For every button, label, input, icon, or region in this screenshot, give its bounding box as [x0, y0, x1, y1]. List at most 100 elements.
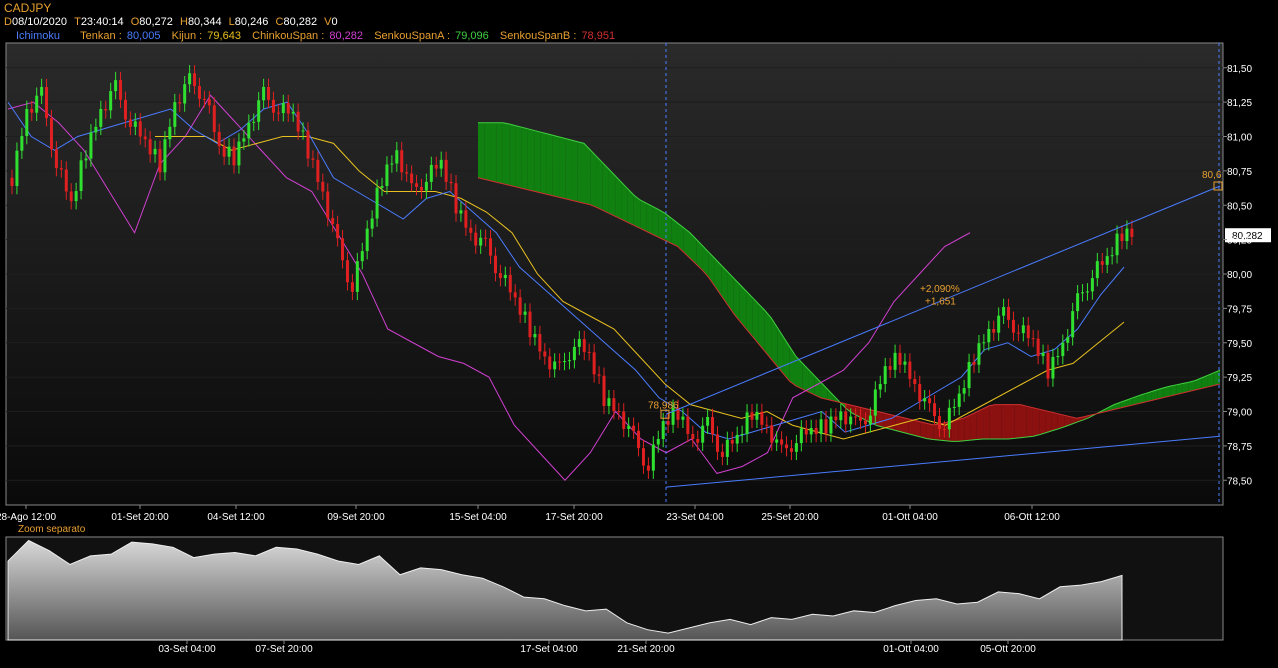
x-tick-label: 28-Ago 12:00 — [0, 512, 56, 523]
candle-body — [45, 87, 49, 119]
cloud-segment — [521, 127, 528, 190]
candle-body — [814, 428, 818, 434]
y-tick-label: 79,50 — [1227, 339, 1252, 350]
candle-body — [40, 87, 44, 96]
candle-body — [844, 411, 848, 425]
candle-body — [799, 428, 803, 444]
zoom-x-tick-label: 17-Set 04:00 — [520, 644, 578, 655]
candle-body — [720, 451, 724, 457]
cloud-segment — [976, 408, 984, 440]
candle-body — [479, 237, 483, 246]
candle-body — [780, 439, 784, 445]
cloud-segment — [764, 310, 772, 359]
cloud-segment — [559, 136, 566, 199]
candle-body — [331, 218, 335, 225]
candle-body — [740, 433, 744, 435]
candle-body — [908, 361, 912, 379]
candle-body — [341, 238, 345, 261]
candle-body — [153, 148, 157, 155]
candle-body — [582, 339, 586, 352]
cloud-segment — [478, 122, 485, 180]
candle-body — [1120, 233, 1124, 241]
candle-body — [405, 172, 409, 174]
chart-canvas[interactable]: 78,98680,6+2,090%+1,65180,282 81,5081,25… — [0, 0, 1278, 668]
candle-body — [321, 181, 325, 192]
candle-body — [109, 91, 113, 111]
cloud-segment — [983, 405, 990, 439]
cloud-segment — [546, 133, 553, 196]
x-tick-label: 25-Set 20:00 — [761, 512, 819, 523]
candle-body — [252, 121, 256, 123]
candle-body — [691, 433, 695, 439]
cloud-segment — [989, 404, 996, 439]
cloud-segment — [615, 175, 622, 220]
candle-body — [701, 425, 705, 443]
candle-body — [1061, 342, 1065, 357]
candle-body — [651, 444, 655, 471]
x-tick-label: 09-Set 20:00 — [327, 512, 385, 523]
y-tick-label: 79,75 — [1227, 304, 1252, 315]
x-tick-label: 23-Set 04:00 — [666, 512, 724, 523]
candle-body — [1021, 325, 1025, 334]
candle-body — [1016, 332, 1020, 334]
candle-body — [345, 260, 349, 283]
candle-body — [873, 389, 877, 416]
candle-body — [918, 384, 922, 402]
cloud-segment — [1008, 404, 1015, 439]
candle-body — [641, 448, 645, 466]
candle-body — [400, 150, 404, 173]
candle-body — [730, 439, 734, 444]
candle-body — [469, 227, 473, 233]
candle-body — [281, 103, 285, 114]
candle-body — [474, 232, 478, 246]
candle-body — [637, 430, 641, 449]
candle-body — [1002, 307, 1006, 316]
candle-body — [464, 210, 468, 228]
candle-body — [789, 448, 793, 452]
y-tick-label: 80,25 — [1227, 236, 1252, 247]
cloud-segment — [1039, 409, 1046, 435]
candle-body — [444, 159, 448, 182]
candle-body — [686, 416, 690, 434]
candle-body — [528, 311, 532, 338]
candle-body — [1031, 338, 1035, 340]
zoom-x-tick-label: 01-Ott 04:00 — [883, 644, 939, 655]
pct-change-label: +2,090% — [920, 284, 960, 295]
cloud-segment — [540, 132, 547, 195]
candle-body — [942, 428, 946, 430]
candle-body — [809, 428, 813, 435]
y-tick-label: 80,00 — [1227, 270, 1252, 281]
price-marker-right-label: 80,6 — [1202, 170, 1222, 181]
candle-body — [410, 173, 414, 184]
y-tick-label: 79,25 — [1227, 373, 1252, 384]
candle-body — [336, 224, 340, 239]
candle-body — [1090, 278, 1094, 292]
candle-body — [533, 334, 537, 338]
cloud-segment — [590, 149, 597, 208]
candle-body — [1011, 319, 1015, 333]
candle-body — [276, 112, 280, 114]
candle-body — [1095, 261, 1099, 279]
candle-body — [997, 315, 1001, 333]
candle-body — [316, 159, 320, 182]
candle-body — [257, 100, 261, 122]
cloud-segment — [509, 123, 516, 187]
candle-body — [1130, 228, 1134, 237]
cloud-segment — [652, 206, 659, 238]
cloud-segment — [646, 203, 653, 235]
candle-body — [326, 191, 330, 219]
candle-body — [370, 218, 374, 229]
candle-body — [760, 411, 764, 425]
candle-body — [1046, 352, 1050, 379]
cloud-segment — [1014, 404, 1021, 439]
candle-body — [622, 411, 626, 429]
candle-body — [35, 95, 39, 113]
x-tick-label: 01-Set 20:00 — [111, 512, 169, 523]
candle-body — [415, 183, 419, 187]
candle-body — [1076, 293, 1080, 312]
candle-body — [928, 398, 932, 404]
cloud-segment — [565, 138, 572, 201]
candle-body — [706, 417, 710, 426]
candle-body — [967, 362, 971, 389]
candle-body — [10, 177, 14, 186]
